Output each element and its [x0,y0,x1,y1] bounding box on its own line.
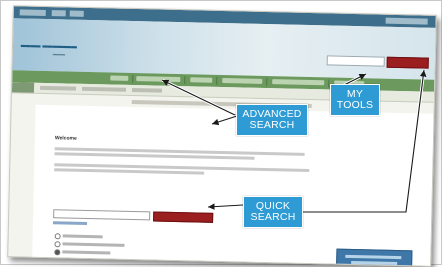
callout-quick-search: QUICK SEARCH [243,196,303,228]
callout-my-tools: MY TOOLS [330,84,380,116]
annotation-arrows [161,69,427,214]
arrow-advanced-search [161,78,238,126]
callout-advanced-search: ADVANCED SEARCH [236,104,308,136]
arrow-quick-search [207,69,427,214]
